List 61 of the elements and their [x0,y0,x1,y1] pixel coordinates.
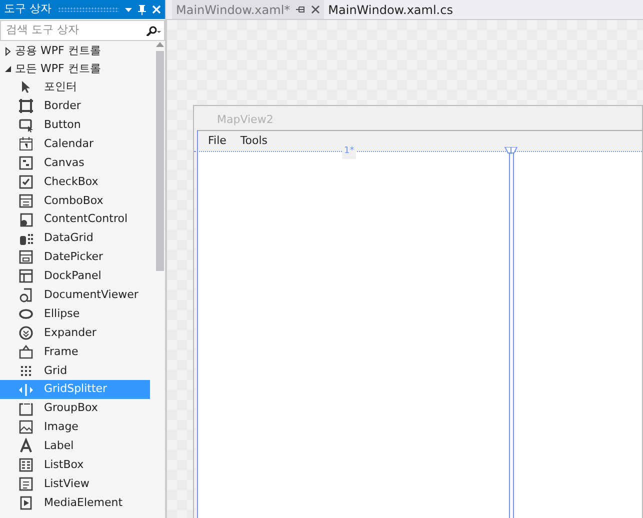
scrollbar-thumb[interactable] [156,51,164,271]
content-icon [18,212,34,228]
toolbox-item[interactable]: Image [0,418,150,437]
splitter-icon [18,382,34,398]
toolbox-item[interactable]: Canvas [0,154,150,172]
menu-item[interactable]: File [208,132,226,150]
toolbox-item[interactable]: ListBox [0,456,150,475]
column-width-label: 1* [342,145,356,158]
drag-grip[interactable] [58,7,119,12]
toolbox-item[interactable]: ComboBox [0,191,150,210]
listbox-icon [18,457,34,474]
datepicker-icon [18,249,34,266]
combobox-icon [18,192,34,209]
toolbox-item[interactable]: CheckBox [0,172,150,192]
toolbox-item[interactable]: Grid [0,361,150,380]
border-icon [18,98,34,114]
toolbox-item[interactable]: DatePicker [0,248,150,267]
canvas-icon [18,155,34,171]
toolbox-item[interactable]: Frame [0,342,150,362]
toolbox-item[interactable]: DockPanel [0,266,150,286]
dockpanel-icon [18,268,34,284]
panel-title: 도구 상자 [4,1,52,18]
expand-icon[interactable] [4,46,12,56]
toolbox-item[interactable]: DataGrid [0,229,150,248]
media-icon [18,495,34,512]
toolbox-item[interactable]: ContentControl [0,210,150,230]
tree-group[interactable]: 공용 WPF 컨트롤 [0,42,155,60]
letter-icon [18,438,34,454]
toolbox-item[interactable]: DocumentViewer [0,286,150,305]
collapse-icon[interactable] [4,64,12,74]
window-title: MapView2 [216,112,274,128]
button-icon [18,117,34,134]
toolbox-item[interactable]: Expander [0,324,150,342]
search-icon[interactable] [145,26,161,36]
toolbox-item[interactable]: ListView [0,474,150,494]
toolbox-item[interactable]: 포인터 [0,78,150,97]
toolbox-item[interactable]: GroupBox [0,399,150,418]
toolbox-item[interactable]: Border [0,96,150,116]
search-box[interactable]: 검색 도구 상자 [0,20,165,41]
calendar-icon [18,136,34,152]
image-icon [18,419,34,436]
frame-icon [18,344,34,360]
toolbox-item[interactable]: Button [0,116,150,135]
designer-window[interactable]: MapView2 File Tools 1* [193,105,643,518]
toolbox-item[interactable]: Calendar [0,134,150,154]
document-tab[interactable]: MainWindow.xaml.cs [324,0,457,19]
column-marker-icon[interactable] [504,147,518,154]
checkbox-icon [18,174,34,190]
toolbox-item[interactable]: Ellipse [0,304,150,324]
dropdown-icon[interactable] [125,8,132,12]
toolbox-item[interactable]: MediaElement [0,494,150,512]
pin-icon[interactable] [138,4,146,14]
close-icon[interactable] [311,5,320,14]
pin-icon[interactable] [296,6,306,13]
groupbox-icon [18,400,34,417]
expander-icon [18,325,34,342]
menu-item[interactable]: Tools [240,132,268,150]
tree-group[interactable]: 모든 WPF 컨트롤 [0,60,155,78]
toolbox-item[interactable]: Label [0,436,150,456]
document-icon [18,287,34,304]
listview-icon [18,476,34,492]
